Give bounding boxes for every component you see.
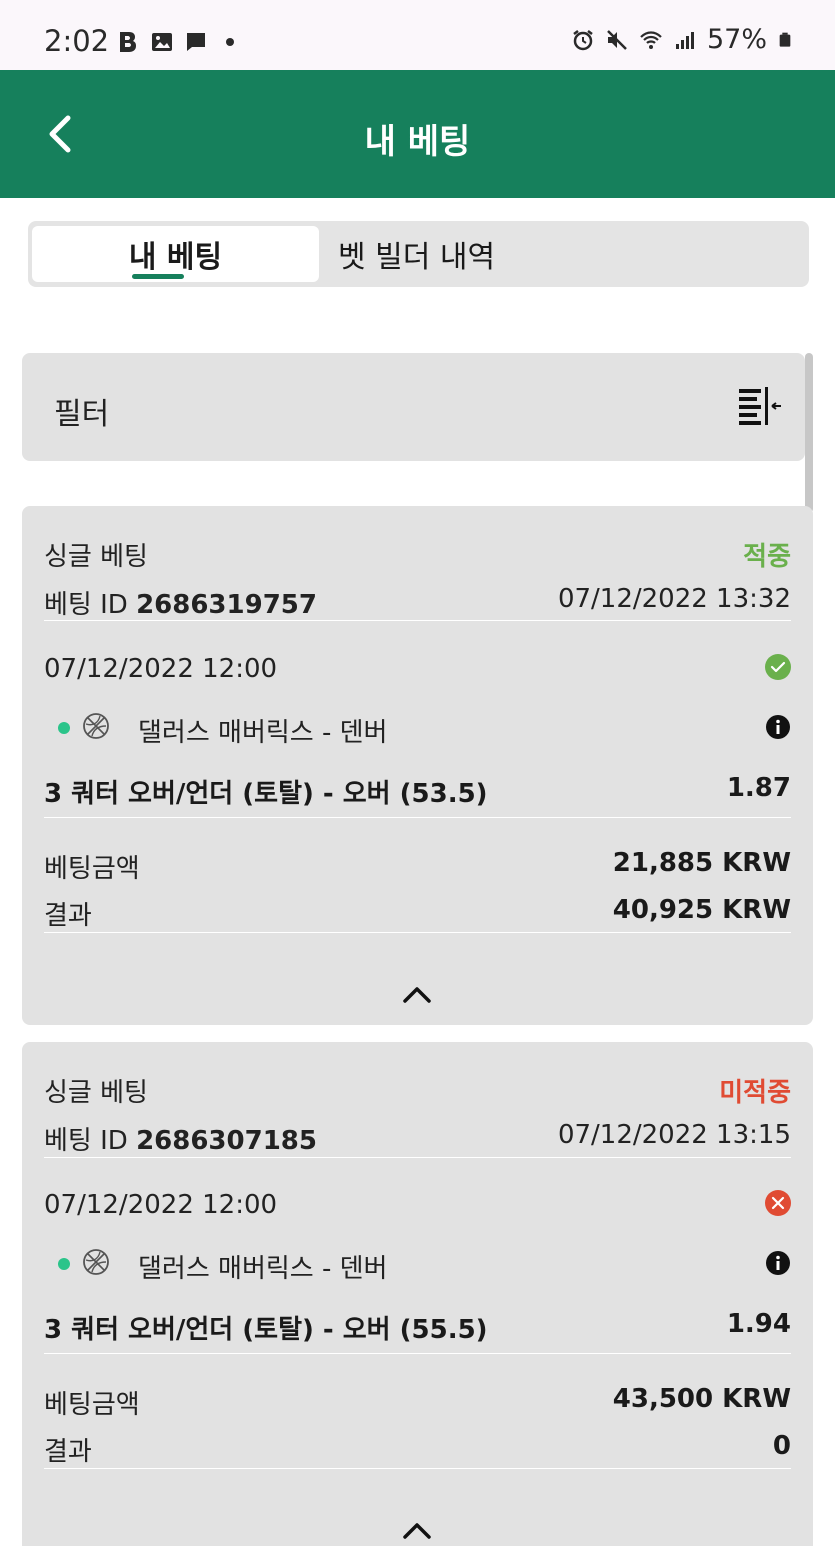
stake-label: 베팅금액 bbox=[44, 1390, 140, 1420]
event-date: 07/12/2022 12:00 bbox=[44, 654, 278, 684]
tab-bar: 내 베팅 벳 빌더 내역 bbox=[28, 221, 809, 287]
bet-card: 싱글 베팅 미적중 베팅 ID 2686307185 07/12/2022 13… bbox=[22, 1042, 813, 1546]
dot-icon bbox=[226, 38, 234, 46]
divider bbox=[44, 1468, 791, 1469]
tab-bet-builder-history[interactable]: 벳 빌더 내역 bbox=[324, 226, 564, 282]
event-name: 댈러스 매버릭스 - 덴버 bbox=[138, 1254, 388, 1284]
app-bar: 내 베팅 bbox=[0, 70, 835, 198]
info-icon[interactable] bbox=[765, 714, 791, 740]
divider bbox=[44, 1353, 791, 1354]
active-tab-indicator bbox=[132, 274, 184, 279]
status-bar: 2:02 57% bbox=[0, 0, 835, 70]
event-date: 07/12/2022 12:00 bbox=[44, 1190, 278, 1220]
notification-icons bbox=[116, 30, 242, 54]
bet-card: 싱글 베팅 적중 베팅 ID 2686319757 07/12/2022 13:… bbox=[22, 506, 813, 1025]
check-circle-icon bbox=[765, 654, 791, 680]
bet-status: 적중 bbox=[743, 542, 791, 572]
gallery-icon bbox=[152, 33, 172, 51]
live-dot bbox=[58, 722, 70, 734]
bet-type: 싱글 베팅 bbox=[44, 1078, 148, 1108]
bet-placed-time: 07/12/2022 13:15 bbox=[557, 1120, 791, 1150]
filter-bar[interactable]: 필터 bbox=[22, 353, 805, 461]
tab-my-bets[interactable]: 내 베팅 bbox=[32, 226, 319, 282]
alarm-icon bbox=[573, 29, 593, 50]
status-time: 2:02 bbox=[44, 24, 110, 58]
b-app-icon bbox=[120, 32, 136, 52]
result-value: 0 bbox=[772, 1431, 791, 1461]
page-title: 내 베팅 bbox=[364, 122, 471, 162]
system-icons: 57% bbox=[571, 24, 793, 55]
basketball-icon bbox=[83, 1249, 109, 1275]
x-circle-icon bbox=[765, 1190, 791, 1216]
wifi-icon bbox=[640, 30, 662, 49]
divider bbox=[44, 932, 791, 933]
basketball-icon bbox=[83, 713, 109, 739]
chevron-up-icon[interactable] bbox=[402, 984, 432, 1004]
divider bbox=[44, 817, 791, 818]
filter-label: 필터 bbox=[54, 397, 110, 432]
bet-id-label: 베팅 ID bbox=[44, 1126, 128, 1156]
message-icon bbox=[187, 33, 205, 51]
bet-odds: 1.87 bbox=[726, 773, 791, 803]
signal-icon bbox=[675, 31, 694, 49]
bet-status: 미적중 bbox=[719, 1078, 791, 1108]
filter-icon[interactable] bbox=[737, 385, 783, 427]
battery-percent: 57% bbox=[706, 24, 767, 55]
bet-id-value: 2686319757 bbox=[136, 590, 317, 620]
live-dot bbox=[58, 1258, 70, 1270]
bet-type: 싱글 베팅 bbox=[44, 542, 148, 572]
tab-label: 내 베팅 bbox=[128, 240, 223, 275]
bet-selection: 3 쿼터 오버/언더 (토탈) - 오버 (55.5) bbox=[44, 1315, 488, 1345]
bet-selection: 3 쿼터 오버/언더 (토탈) - 오버 (53.5) bbox=[44, 779, 488, 809]
result-label: 결과 bbox=[44, 1437, 92, 1467]
stake-value: 43,500 KRW bbox=[612, 1384, 791, 1414]
scrollbar[interactable] bbox=[805, 353, 813, 513]
stake-value: 21,885 KRW bbox=[612, 848, 791, 878]
bet-id-value: 2686307185 bbox=[136, 1126, 317, 1156]
battery-icon bbox=[779, 32, 791, 47]
bet-placed-time: 07/12/2022 13:32 bbox=[557, 584, 791, 614]
bet-id: 베팅 ID 2686307185 bbox=[44, 1120, 317, 1157]
bet-id-label: 베팅 ID bbox=[44, 590, 128, 620]
event-name: 댈러스 매버릭스 - 덴버 bbox=[138, 718, 388, 748]
mute-icon bbox=[607, 29, 627, 50]
tab-label: 벳 빌더 내역 bbox=[338, 240, 496, 275]
divider bbox=[44, 1157, 791, 1158]
stake-label: 베팅금액 bbox=[44, 854, 140, 884]
result-label: 결과 bbox=[44, 901, 92, 931]
bet-odds: 1.94 bbox=[726, 1309, 791, 1339]
info-icon[interactable] bbox=[765, 1250, 791, 1276]
divider bbox=[44, 620, 791, 621]
chevron-up-icon[interactable] bbox=[402, 1520, 432, 1540]
result-value: 40,925 KRW bbox=[612, 895, 791, 925]
bet-id: 베팅 ID 2686319757 bbox=[44, 584, 317, 621]
